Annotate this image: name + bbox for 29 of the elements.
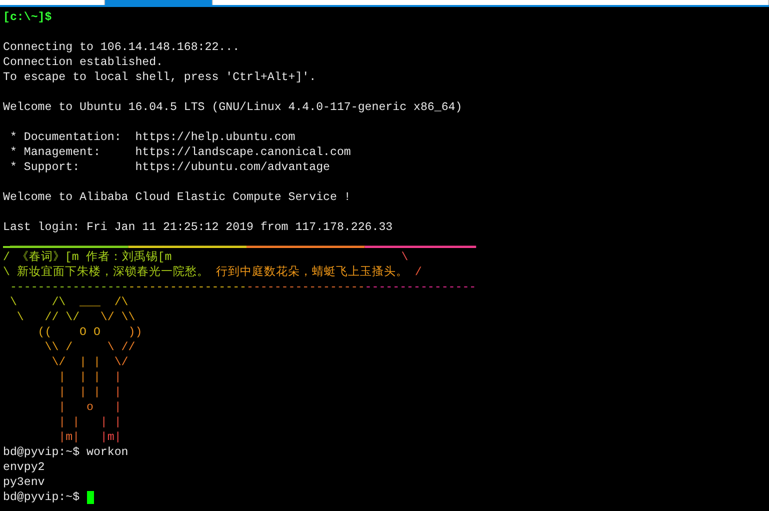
ascii-art-line: (( O O )): [36, 325, 142, 340]
terminal-line: Welcome to Alibaba Cloud Elastic Compute Service !: [3, 190, 351, 205]
ascii-art-line: \ // \/ \/ \\: [16, 310, 136, 325]
shell-prompt: bd@pyvip:~$: [3, 490, 81, 505]
ascii-art-line: \ 新妆宜面下朱楼，深锁春光一院愁。 行到中庭数花朵，蜻蜓飞上玉搔头。 /: [3, 265, 422, 280]
ascii-art-line: \ /\ ___ /\: [8, 295, 128, 310]
ascii-art-line: -------------------------------------------------------------------: [8, 280, 476, 295]
terminal-line: Last login: Fri Jan 11 21:25:12 2019 from 117.178.226.33: [3, 220, 393, 235]
ascii-art-line: |m| |m|: [58, 430, 122, 445]
ascii-art-line: | | | |: [58, 415, 122, 430]
terminal-line: Connection established.: [3, 55, 164, 70]
terminal-line: py3env: [3, 475, 45, 490]
terminal-line: * Support: https://ubuntu.com/advantage: [8, 160, 330, 175]
terminal-line: * Management: https://landscape.canonical.com: [8, 145, 351, 160]
terminal-line: Welcome to Ubuntu 16.04.5 LTS (GNU/Linux 4.4.0-117-generic x86_64): [3, 100, 462, 115]
ascii-art-line: \/ | | \/: [50, 355, 128, 370]
terminal-line: To escape to local shell, press 'Ctrl+Alt+]'.: [3, 70, 316, 85]
terminal-line: Connecting to 106.14.148.168:22...: [3, 40, 240, 55]
ascii-art-line: \\ / \ //: [44, 340, 136, 355]
terminal-line: envpy2: [3, 460, 45, 475]
ascii-art-line: ___________________________________________________________________: [8, 235, 476, 250]
ascii-art-line: | o |: [58, 400, 122, 415]
local-prompt: [c:\~]$: [3, 10, 52, 25]
tab[interactable]: [105, 0, 213, 5]
terminal-line: * Documentation: https://help.ubuntu.com: [8, 130, 296, 145]
ascii-art-line: | | | |: [58, 370, 122, 385]
ascii-art-line: | | | |: [58, 385, 122, 400]
ascii-art-line: / 《春词》[m 作者：刘禹锡[m \: [3, 250, 408, 265]
terminal-line: bd@pyvip:~$ workon: [3, 445, 128, 460]
